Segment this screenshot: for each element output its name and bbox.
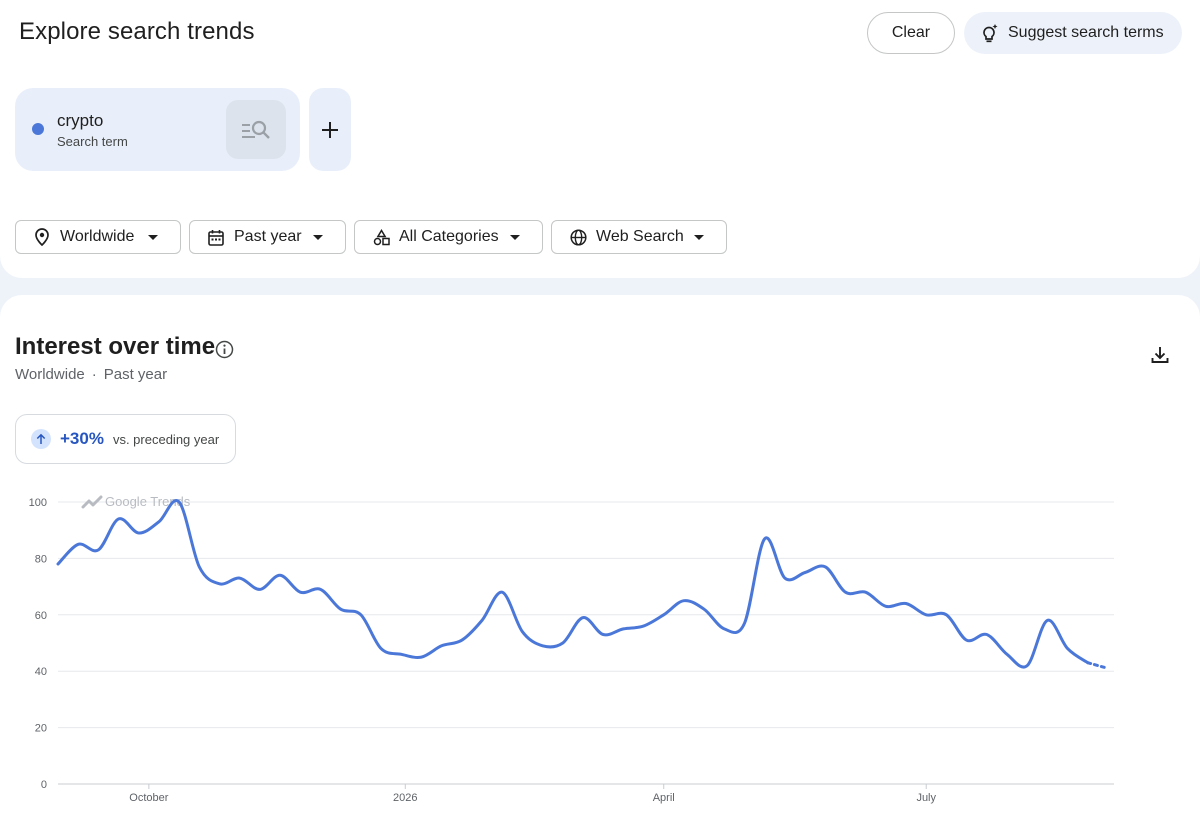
y-tick-label: 20 [35,723,47,735]
chevron-down-icon [313,235,323,240]
section-title: Interest over time [15,333,216,360]
search-term-card[interactable]: crypto Search term [15,88,300,171]
term-name: crypto [57,111,104,130]
add-comparison-button[interactable] [309,88,351,171]
suggest-search-terms-button[interactable]: Suggest search terms [964,12,1182,54]
time-range-filter-label: Past year [234,228,302,245]
globe-icon [569,228,587,246]
change-label: vs. preceding year [112,431,220,447]
x-tick-label: April [653,792,675,804]
crypto-series-line [56,498,1090,669]
location-filter-dropdown[interactable]: Worldwide [15,220,181,254]
change-value: +30% [60,429,104,448]
plus-icon [322,121,338,138]
term-color-dot [32,123,44,135]
info-icon[interactable] [215,340,234,364]
chevron-down-icon [148,235,158,240]
region-label: Worldwide [15,366,85,383]
y-tick-label: 80 [35,553,47,565]
term-search-button[interactable] [226,100,286,159]
categories-icon [373,228,390,245]
category-filter-dropdown[interactable]: All Categories [354,220,543,254]
y-tick-label: 100 [29,497,47,509]
page-title: Explore search trends [19,18,255,45]
search-type-filter-dropdown[interactable]: Web Search [551,220,727,254]
search-type-filter-label: Web Search [596,228,684,245]
lightbulb-sparkle-icon [983,24,998,43]
location-pin-icon [35,228,49,246]
list-search-icon [242,120,270,139]
location-filter-label: Worldwide [60,228,135,245]
change-summary-card: +30% vs. preceding year [15,414,236,464]
chevron-down-icon [694,235,704,240]
calendar-icon [208,229,224,246]
arrow-up-icon [31,429,51,449]
x-tick-label: October [129,792,168,804]
interest-over-time-panel: Interest over time Worldwide · Past year +… [0,295,1200,816]
x-tick-label: 2026 [393,792,417,804]
term-type: Search term [57,134,128,149]
y-tick-label: 40 [35,666,47,678]
y-tick-label: 60 [35,610,47,622]
separator: · [91,366,97,383]
search-panel: Explore search trends Clear Suggest sear… [0,0,1200,278]
category-filter-label: All Categories [399,228,499,245]
suggest-label: Suggest search terms [1008,24,1164,41]
crypto-series-partial-line [1086,661,1110,670]
section-subtitle: Worldwide · Past year [15,366,167,383]
download-icon[interactable] [1150,345,1170,370]
interest-line-chart: 020406080100 Google Trends October 2026 Ap… [29,494,1114,804]
chevron-down-icon [510,235,520,240]
clear-button[interactable]: Clear [867,12,955,54]
period-label: Past year [103,366,168,383]
y-tick-label: 0 [41,779,47,791]
x-tick-label: July [916,792,936,804]
time-range-filter-dropdown[interactable]: Past year [189,220,346,254]
